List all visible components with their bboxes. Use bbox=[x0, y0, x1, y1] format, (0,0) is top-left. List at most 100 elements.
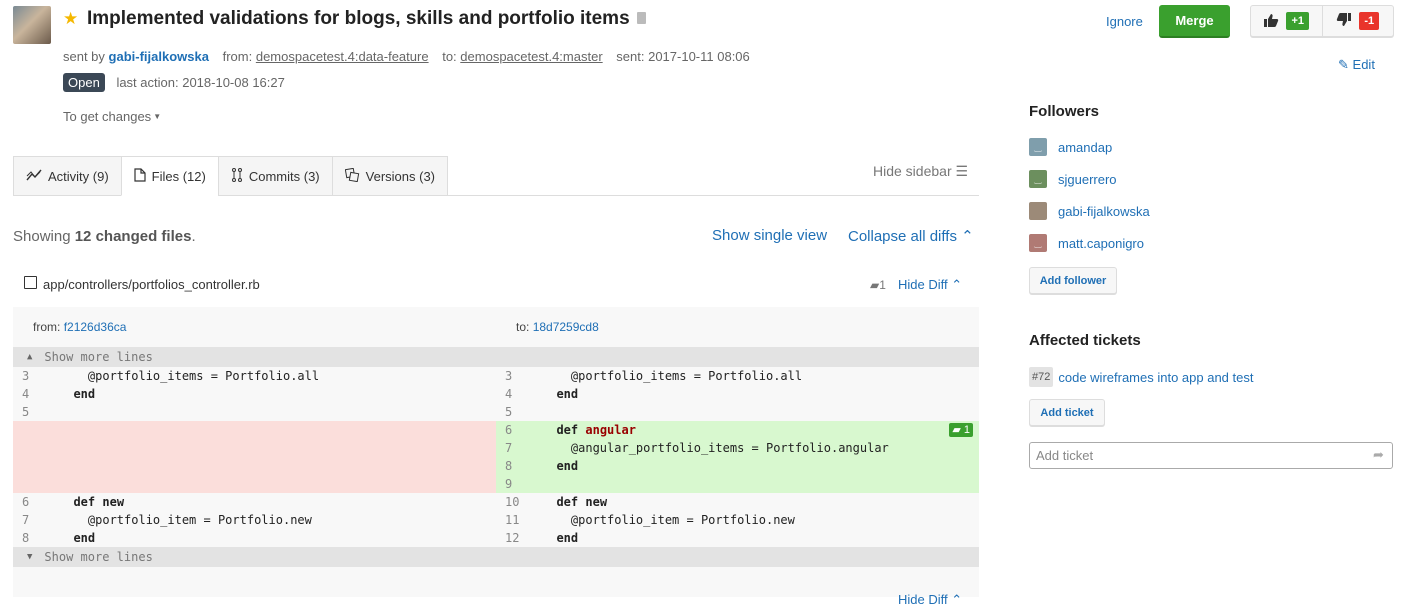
tab-label: Commits (3) bbox=[248, 168, 320, 184]
follower-item[interactable]: ‿ sjguerrero bbox=[1029, 170, 1117, 188]
function-name: new bbox=[585, 495, 608, 509]
vote-up-button[interactable]: +1 bbox=[1251, 6, 1322, 36]
diff-left-cell bbox=[13, 439, 496, 457]
line-number[interactable]: 8 bbox=[496, 457, 542, 475]
line-number[interactable] bbox=[13, 475, 59, 493]
file-modified-icon bbox=[24, 276, 37, 289]
file-path[interactable]: app/controllers/portfolios_controller.rb bbox=[43, 277, 260, 292]
file-comment-count: ▰1 bbox=[870, 278, 886, 292]
tab-commits[interactable]: Commits (3) bbox=[217, 156, 332, 196]
code-line: @portfolio_items = Portfolio.all bbox=[542, 369, 803, 383]
diff-left-cell: 7 @portfolio_item = Portfolio.new bbox=[13, 511, 496, 529]
follower-item[interactable]: gabi-fijalkowska bbox=[1029, 202, 1150, 220]
from-branch-link[interactable]: demospacetest.4:data-feature bbox=[256, 49, 429, 64]
trash-icon[interactable] bbox=[637, 12, 646, 24]
comment-icon: ▰ bbox=[870, 278, 880, 292]
line-number[interactable] bbox=[13, 439, 59, 457]
star-icon[interactable]: ★ bbox=[63, 9, 78, 29]
follower-avatar bbox=[1029, 202, 1047, 220]
ignore-button[interactable]: Ignore bbox=[1106, 14, 1143, 29]
add-ticket-input[interactable] bbox=[1029, 442, 1393, 469]
show-single-view-link[interactable]: Show single view bbox=[712, 227, 827, 244]
from-sha-link[interactable]: f2126d36ca bbox=[64, 320, 127, 334]
submit-arrow-icon[interactable]: ➦ bbox=[1373, 447, 1384, 463]
diff-row: 7 @portfolio_item = Portfolio.new 11 @por… bbox=[13, 511, 979, 529]
add-follower-button[interactable]: Add follower bbox=[1029, 267, 1117, 294]
line-number[interactable]: 5 bbox=[496, 403, 542, 421]
last-action-label: last action: bbox=[116, 75, 179, 90]
show-more-lines-top[interactable]: ▲ Show more lines bbox=[13, 347, 979, 367]
diff-right-cell: 12 end bbox=[496, 529, 979, 547]
line-number[interactable]: 5 bbox=[13, 403, 59, 421]
diff-to: to: 18d7259cd8 bbox=[496, 320, 979, 334]
show-more-lines-bottom[interactable]: ▼ Show more lines bbox=[13, 547, 979, 567]
line-number[interactable]: 11 bbox=[496, 511, 542, 529]
keyword: end bbox=[73, 531, 96, 545]
vote-down-button[interactable]: -1 bbox=[1321, 6, 1394, 36]
hide-diff-bottom-link[interactable]: Hide Diff ⌃ bbox=[898, 592, 962, 608]
code-line: @portfolio_items = Portfolio.all bbox=[59, 369, 320, 383]
code-line: end bbox=[542, 529, 578, 547]
summary-count: 12 changed files bbox=[74, 228, 192, 245]
follower-name[interactable]: gabi-fijalkowska bbox=[1058, 204, 1150, 219]
line-number[interactable]: 10 bbox=[496, 493, 542, 511]
follower-name[interactable]: amandap bbox=[1058, 140, 1112, 155]
diff-left-cell: 3 @portfolio_items = Portfolio.all bbox=[13, 367, 496, 385]
get-changes-dropdown[interactable]: To get changes ▼ bbox=[63, 109, 161, 124]
edit-link[interactable]: ✎ Edit bbox=[1338, 57, 1375, 73]
line-comment-badge[interactable]: ▰ 1 bbox=[949, 423, 973, 437]
comment-count: 1 bbox=[963, 424, 970, 436]
diff-right-cell: 9 bbox=[496, 475, 979, 493]
line-number[interactable]: 6 bbox=[13, 493, 59, 511]
collapse-all-diffs-link[interactable]: Collapse all diffs ⌃ bbox=[848, 227, 974, 245]
line-number[interactable]: 9 bbox=[496, 475, 542, 493]
from-label: from: bbox=[33, 320, 61, 334]
diff-left-cell: 8 end bbox=[13, 529, 496, 547]
ticket-link[interactable]: code wireframes into app and test bbox=[1058, 370, 1253, 385]
line-number[interactable]: 3 bbox=[13, 367, 59, 385]
line-number[interactable]: 3 bbox=[496, 367, 542, 385]
code-line: end bbox=[59, 385, 95, 403]
files-summary: Showing 12 changed files. bbox=[13, 228, 196, 245]
triangle-up-icon: ▲ bbox=[27, 352, 33, 362]
diff-row: 9 bbox=[13, 475, 979, 493]
hide-diff-link[interactable]: Hide Diff ⌃ bbox=[898, 277, 962, 293]
add-ticket-button[interactable]: Add ticket bbox=[1029, 399, 1105, 426]
follower-item[interactable]: ‿ matt.caponigro bbox=[1029, 234, 1144, 252]
comment-count-value: 1 bbox=[879, 278, 886, 292]
hide-sidebar-button[interactable]: Hide sidebar ☰ bbox=[873, 163, 968, 180]
follower-avatar: ‿ bbox=[1029, 138, 1047, 156]
commits-icon bbox=[231, 167, 243, 185]
tab-files[interactable]: Files (12) bbox=[120, 156, 218, 196]
sent-label: sent: bbox=[616, 49, 645, 64]
diff-left-cell: 5 bbox=[13, 403, 496, 421]
line-number[interactable]: 7 bbox=[13, 511, 59, 529]
merge-button[interactable]: Merge bbox=[1159, 5, 1230, 38]
tab-label: Files (12) bbox=[151, 168, 206, 184]
line-number[interactable]: 7 bbox=[496, 439, 542, 457]
follower-item[interactable]: ‿ amandap bbox=[1029, 138, 1112, 156]
line-number[interactable] bbox=[13, 457, 59, 475]
caret-down-icon: ▼ bbox=[153, 112, 162, 121]
keyword: end bbox=[556, 459, 579, 473]
author-link[interactable]: gabi-fijalkowska bbox=[109, 49, 209, 64]
line-number[interactable]: 8 bbox=[13, 529, 59, 547]
show-more-label: Show more lines bbox=[44, 350, 153, 364]
follower-name[interactable]: matt.caponigro bbox=[1058, 236, 1144, 251]
line-number[interactable] bbox=[13, 421, 59, 439]
diff-right-cell: 10 def new bbox=[496, 493, 979, 511]
line-number[interactable]: 12 bbox=[496, 529, 542, 547]
to-branch-link[interactable]: demospacetest.4:master bbox=[460, 49, 602, 64]
hide-sidebar-label: Hide sidebar bbox=[873, 163, 952, 179]
to-sha-link[interactable]: 18d7259cd8 bbox=[533, 320, 599, 334]
tab-versions[interactable]: Versions (3) bbox=[331, 156, 449, 196]
author-avatar[interactable] bbox=[13, 6, 51, 44]
tab-activity[interactable]: Activity (9) bbox=[13, 156, 121, 196]
follower-avatar: ‿ bbox=[1029, 234, 1047, 252]
diff-footer bbox=[13, 567, 979, 597]
thumbs-up-icon bbox=[1263, 13, 1279, 30]
line-number[interactable]: 6 bbox=[496, 421, 542, 439]
follower-name[interactable]: sjguerrero bbox=[1058, 172, 1117, 187]
line-number[interactable]: 4 bbox=[13, 385, 59, 403]
line-number[interactable]: 4 bbox=[496, 385, 542, 403]
